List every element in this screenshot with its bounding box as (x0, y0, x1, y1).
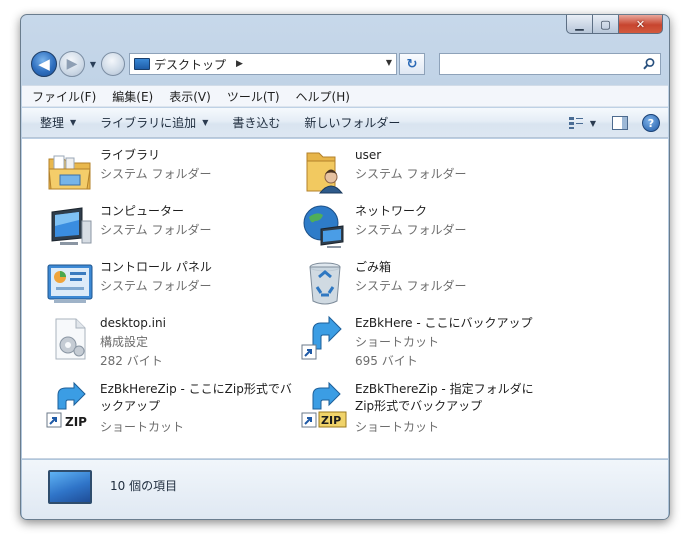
search-input[interactable] (440, 54, 640, 74)
item-name: ライブラリ (100, 148, 161, 162)
item-type: システム フォルダー (100, 279, 212, 293)
item-type: 構成設定 (100, 335, 149, 349)
item-type: システム フォルダー (100, 167, 212, 181)
list-item[interactable]: ライブラリ システム フォルダー (46, 147, 296, 199)
help-icon[interactable]: ? (642, 114, 660, 132)
recycle-bin-icon (309, 262, 341, 305)
back-button[interactable]: ◀ (31, 51, 57, 77)
item-name: ネットワーク (355, 204, 428, 218)
chevron-down-icon: ▼ (89, 59, 97, 69)
item-name: EzBkHere - ここにバックアップ (355, 316, 533, 330)
organize-button[interactable]: 整理 ▼ (40, 114, 76, 131)
item-type: システム フォルダー (355, 167, 467, 181)
address-bar[interactable]: デスクトップ ▶ ▼ (129, 53, 397, 75)
file-list: ライブラリ システム フォルダー user システム フォルダー コンピューター… (22, 139, 668, 459)
menu-file[interactable]: ファイル(F) (32, 88, 96, 105)
command-bar: 整理 ▼ ライブラリに追加 ▼ 書き込む 新しいフォルダー ▼ ? (22, 108, 668, 138)
network-icon (303, 205, 344, 248)
item-type: システム フォルダー (355, 279, 467, 293)
breadcrumb-arrow-icon[interactable]: ▶ (236, 59, 243, 69)
item-name: ごみ箱 (355, 260, 392, 274)
list-item[interactable]: ZIP EzBkHereZip - ここにZip形式でバックアップ ショートカッ… (46, 381, 296, 434)
desktop-icon (134, 58, 150, 70)
address-location[interactable]: デスクトップ (154, 56, 226, 73)
add-to-library-button[interactable]: ライブラリに追加 ▼ (100, 114, 208, 131)
new-folder-label: 新しいフォルダー (304, 116, 401, 130)
menu-help[interactable]: ヘルプ(H) (296, 88, 350, 105)
refresh-button[interactable]: ↻ (399, 53, 425, 75)
list-item[interactable]: ごみ箱 システム フォルダー (301, 259, 551, 311)
minimize-icon: ▁ (575, 17, 584, 31)
chevron-down-icon: ▼ (202, 118, 209, 127)
ini-file-icon (55, 318, 86, 360)
caption-buttons: ▁ ▢ ✕ (566, 15, 663, 35)
menu-tools[interactable]: ツール(T) (227, 88, 280, 105)
search-icon[interactable] (642, 57, 656, 71)
list-item[interactable]: ネットワーク システム フォルダー (301, 203, 551, 255)
zip-label: ZIP (65, 415, 87, 429)
preview-pane-icon[interactable] (612, 116, 628, 130)
item-count: 10 個の項目 (110, 479, 178, 493)
item-name: コントロール パネル (100, 260, 212, 274)
list-item[interactable]: EzBkHere - ここにバックアップ ショートカット 695 バイト (301, 315, 551, 368)
view-dropdown-icon[interactable]: ▼ (590, 119, 596, 128)
details-pane: 10 個の項目 (22, 460, 668, 519)
item-name: desktop.ini (100, 316, 166, 330)
item-name: EzBkThereZip - 指定フォルダにZip形式でバックアップ (355, 382, 534, 413)
item-type: システム フォルダー (355, 223, 467, 237)
close-icon: ✕ (635, 17, 646, 31)
menu-bar: ファイル(F) 編集(E) 表示(V) ツール(T) ヘルプ(H) (22, 85, 668, 107)
explorer-window: ▁ ▢ ✕ ◀ ▶ ▼ デスクトップ ▶ ▼ ↻ ファイル(F) 編集(E) 表… (20, 14, 670, 520)
shortcut-arrow-icon (301, 315, 342, 360)
list-item[interactable]: desktop.ini 構成設定 282 バイト (46, 315, 296, 368)
menu-view[interactable]: 表示(V) (169, 88, 211, 105)
forward-button[interactable]: ▶ (59, 51, 85, 77)
new-folder-button[interactable]: 新しいフォルダー (304, 114, 400, 131)
library-icon (48, 155, 91, 190)
item-name: user (355, 148, 382, 162)
item-name: コンピューター (100, 204, 185, 218)
back-arrow-icon: ◀ (38, 55, 50, 73)
refresh-icon: ↻ (406, 56, 418, 72)
item-name: EzBkHereZip - ここにZip形式でバックアップ (100, 382, 292, 413)
burn-label: 書き込む (232, 116, 281, 130)
change-view-icon[interactable] (568, 116, 584, 130)
up-button[interactable] (101, 52, 125, 76)
zip-shortcut-icon: ZIP (301, 381, 347, 428)
navigation-bar: ◀ ▶ ▼ デスクトップ ▶ ▼ ↻ (27, 49, 665, 77)
item-size: 695 バイト (355, 354, 418, 368)
organize-label: 整理 (40, 116, 65, 130)
close-button[interactable]: ✕ (619, 15, 663, 34)
minimize-button[interactable]: ▁ (566, 15, 593, 34)
address-dropdown-icon[interactable]: ▼ (386, 58, 392, 67)
maximize-icon: ▢ (600, 17, 611, 31)
view-controls: ▼ ? (568, 113, 660, 133)
maximize-button[interactable]: ▢ (593, 15, 619, 34)
zip-shortcut-icon: ZIP (46, 381, 87, 429)
list-item[interactable]: コンピューター システム フォルダー (46, 203, 296, 255)
history-dropdown-button[interactable]: ▼ (87, 57, 99, 71)
item-type: ショートカット (355, 420, 440, 434)
add-to-library-label: ライブラリに追加 (100, 116, 197, 130)
item-size: 282 バイト (100, 354, 163, 368)
item-type: ショートカット (100, 420, 185, 434)
control-panel-icon (47, 264, 93, 303)
zip-label: ZIP (321, 414, 341, 427)
item-type: ショートカット (355, 335, 440, 349)
user-folder-icon (306, 152, 344, 194)
burn-button[interactable]: 書き込む (232, 114, 280, 131)
menu-edit[interactable]: 編集(E) (112, 88, 153, 105)
list-item[interactable]: コントロール パネル システム フォルダー (46, 259, 296, 311)
chevron-down-icon: ▼ (70, 118, 77, 127)
search-box[interactable] (439, 53, 661, 75)
computer-icon (51, 207, 92, 245)
list-item[interactable]: ZIP EzBkThereZip - 指定フォルダにZip形式でバックアップ シ… (301, 381, 551, 434)
forward-arrow-icon: ▶ (66, 56, 78, 72)
item-type: システム フォルダー (100, 223, 212, 237)
list-item[interactable]: user システム フォルダー (301, 147, 551, 199)
desktop-icon (48, 470, 92, 504)
